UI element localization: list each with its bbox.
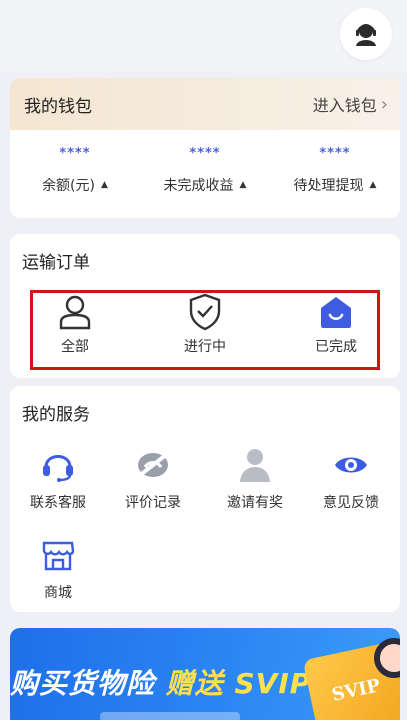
- invite-user-icon: [240, 449, 270, 482]
- service-contact-support[interactable]: 联系客服: [18, 444, 98, 512]
- wallet-stats: **** 余额(元) ▲ **** 未完成收益 ▲ **** 待处理提现 ▲: [10, 130, 400, 195]
- stat-balance[interactable]: **** 余额(元) ▲: [15, 146, 135, 195]
- customer-service-icon: [356, 24, 376, 46]
- lock-icon: ▲: [101, 180, 108, 190]
- stat-value: ****: [189, 146, 221, 161]
- stat-label: 余额(元): [42, 178, 95, 194]
- promo-banner[interactable]: 购买货物险 赠送 SVIP SVIP: [10, 628, 400, 720]
- service-rating-records[interactable]: 评价记录: [113, 444, 193, 512]
- order-tab-in-progress[interactable]: 进行中: [155, 292, 255, 356]
- top-bar: [0, 0, 407, 72]
- chevron-right-icon: ›: [380, 93, 388, 115]
- service-label: 联系客服: [30, 495, 86, 511]
- my-services-card: 我的服务 联系客服 评价记录 邀请有奖 意见反馈 商城: [10, 386, 400, 612]
- stat-label: 未完成收益: [163, 178, 234, 194]
- orders-title: 运输订单: [22, 253, 90, 273]
- svip-badge-label: SVIP: [329, 674, 383, 706]
- order-tab-label: 全部: [61, 339, 89, 355]
- service-label: 意见反馈: [323, 495, 379, 511]
- enter-wallet-link[interactable]: 进入钱包 ›: [313, 92, 388, 116]
- stat-label: 待处理提现: [293, 178, 364, 194]
- shield-check-icon: [189, 293, 221, 331]
- banner-headline: 购买货物险 赠送 SVIP: [10, 662, 311, 702]
- wallet-card: 我的钱包 进入钱包 › **** 余额(元) ▲ **** 未完成收益 ▲ ****…: [10, 78, 400, 218]
- service-feedback[interactable]: 意见反馈: [311, 444, 391, 512]
- service-invite-rewards[interactable]: 邀请有奖: [215, 444, 295, 512]
- rating-icon: [137, 452, 169, 478]
- banner-text-accent: 赠送 SVIP: [165, 667, 312, 700]
- person-icon: [59, 295, 91, 330]
- stat-pending-withdraw[interactable]: **** 待处理提现 ▲: [275, 146, 395, 195]
- stat-pending-income[interactable]: **** 未完成收益 ▲: [145, 146, 265, 195]
- banner-subtext: [100, 712, 240, 720]
- service-label: 评价记录: [125, 495, 181, 511]
- stat-value: ****: [319, 146, 351, 161]
- order-tab-label: 进行中: [184, 339, 226, 355]
- wallet-header: 我的钱包 进入钱包 ›: [10, 78, 400, 130]
- order-tab-label: 已完成: [315, 339, 357, 355]
- lock-icon: ▲: [369, 180, 377, 190]
- wallet-title: 我的钱包: [24, 96, 92, 117]
- enter-wallet-label: 进入钱包: [312, 96, 377, 115]
- banner-text-main: 购买货物险: [10, 667, 156, 700]
- service-mall[interactable]: 商城: [18, 534, 98, 602]
- stat-value: ****: [59, 146, 91, 161]
- eye-icon: [335, 457, 367, 473]
- services-title: 我的服务: [22, 405, 90, 425]
- customer-service-button[interactable]: [340, 8, 392, 60]
- order-tab-completed[interactable]: 已完成: [286, 292, 386, 356]
- home-smile-icon: [321, 297, 351, 328]
- shop-icon: [42, 541, 75, 571]
- service-label: 商城: [44, 585, 72, 601]
- headset-icon: [43, 455, 73, 482]
- order-tab-all[interactable]: 全部: [25, 292, 125, 356]
- transport-orders-card: 运输订单 全部 进行中 已完成: [10, 234, 400, 378]
- service-label: 邀请有奖: [227, 495, 283, 511]
- lock-icon: ▲: [239, 180, 247, 190]
